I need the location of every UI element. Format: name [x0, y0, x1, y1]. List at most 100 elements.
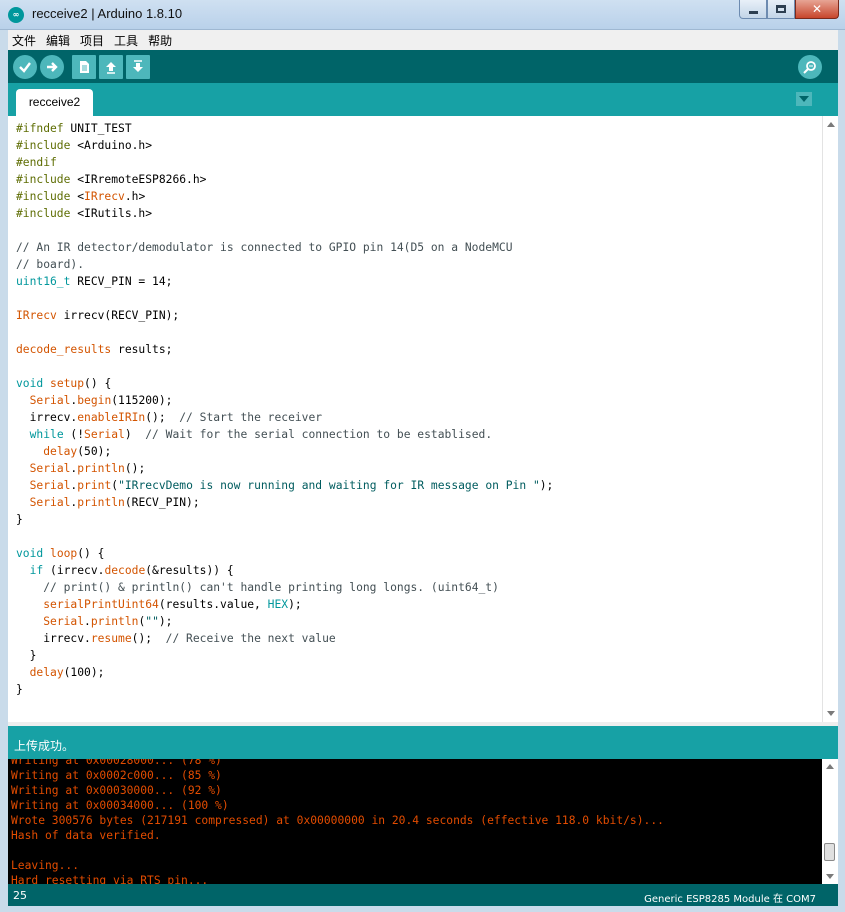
code-line[interactable]: // print() & println() can't handle prin…: [16, 579, 553, 596]
code-line[interactable]: [16, 290, 553, 307]
code-token: delay: [43, 445, 78, 458]
code-token: (115200);: [111, 394, 173, 407]
save-sketch-button[interactable]: [126, 55, 150, 79]
code-line[interactable]: irrecv.resume(); // Receive the next val…: [16, 630, 553, 647]
code-token: );: [539, 479, 554, 492]
minimize-icon: [748, 10, 758, 14]
code-line[interactable]: // An IR detector/demodulator is connect…: [16, 239, 553, 256]
code-token: #ifndef: [16, 122, 64, 135]
minimize-button[interactable]: [739, 0, 767, 19]
code-token: void: [16, 547, 44, 560]
menu-edit[interactable]: 编辑: [46, 32, 70, 49]
code-line[interactable]: #include <IRrecv.h>: [16, 188, 553, 205]
code-line[interactable]: Serial.println(RECV_PIN);: [16, 494, 553, 511]
scroll-up-icon[interactable]: [827, 122, 835, 127]
code-line[interactable]: }: [16, 647, 553, 664]
code-line[interactable]: }: [16, 511, 553, 528]
code-line[interactable]: Serial.print("IRrecvDemo is now running …: [16, 477, 554, 494]
code-line[interactable]: // board).: [16, 256, 553, 273]
code-line[interactable]: [16, 222, 553, 239]
code-token: irrecv.: [16, 411, 78, 424]
upload-button[interactable]: [40, 55, 64, 79]
scroll-down-icon[interactable]: [827, 711, 835, 716]
code-token: RECV_PIN = 14;: [70, 275, 173, 288]
verify-button[interactable]: [13, 55, 37, 79]
code-line[interactable]: #include <IRremoteESP8266.h>: [16, 171, 553, 188]
tab-menu-button[interactable]: [796, 92, 812, 106]
code-line[interactable]: void setup() {: [16, 375, 553, 392]
code-token: <: [70, 190, 85, 203]
code-token: (irrecv.: [43, 564, 105, 577]
code-line[interactable]: serialPrintUint64(results.value, HEX);: [16, 596, 553, 613]
board-port-label: Generic ESP8285 Module 在 COM7: [644, 894, 816, 905]
code-line[interactable]: Serial.println();: [16, 460, 553, 477]
code-line[interactable]: #include <IRutils.h>: [16, 205, 553, 222]
menu-help[interactable]: 帮助: [148, 32, 172, 49]
code-token: ();: [131, 632, 166, 645]
title-bar: ∞ recceive2 | Arduino 1.8.10 ✕: [0, 0, 845, 30]
code-line[interactable]: [16, 358, 553, 375]
console-line: Hash of data verified.: [11, 829, 161, 842]
code-editor[interactable]: #ifndef UNIT_TEST #include <Arduino.h> #en…: [8, 116, 838, 722]
tab-bar: recceive2: [8, 83, 838, 116]
code-line[interactable]: irrecv.enableIRIn(); // Start the receiv…: [16, 409, 553, 426]
code-line[interactable]: #ifndef UNIT_TEST: [16, 120, 553, 137]
code-token: ();: [145, 411, 180, 424]
menu-sketch[interactable]: 项目: [80, 32, 104, 49]
open-sketch-button[interactable]: [99, 55, 123, 79]
code-token: <Arduino.h>: [70, 139, 153, 152]
tab-recceive2[interactable]: recceive2: [16, 89, 93, 116]
code-token: }: [16, 683, 23, 696]
menu-tools[interactable]: 工具: [114, 32, 138, 49]
code-token: setup: [50, 377, 85, 390]
code-line[interactable]: delay(100);: [16, 664, 553, 681]
code-token: Serial: [29, 462, 71, 475]
new-sketch-button[interactable]: [72, 55, 96, 79]
code-line[interactable]: #endif: [16, 154, 553, 171]
code-line[interactable]: if (irrecv.decode(&results)) {: [16, 562, 553, 579]
scroll-up-icon[interactable]: [826, 764, 834, 769]
code-line[interactable]: Serial.println("");: [16, 613, 553, 630]
code-line[interactable]: uint16_t RECV_PIN = 14;: [16, 273, 553, 290]
code-token: HEX: [267, 598, 289, 611]
scroll-thumb[interactable]: [824, 843, 835, 861]
code-line[interactable]: decode_results results;: [16, 341, 553, 358]
code-line[interactable]: void loop() {: [16, 545, 553, 562]
maximize-button[interactable]: [767, 0, 795, 19]
code-line[interactable]: Serial.begin(115200);: [16, 392, 553, 409]
code-token: ): [124, 428, 146, 441]
console-line: Hard resetting via RTS pin...: [11, 874, 209, 884]
code-token: UNIT_TEST: [63, 122, 132, 135]
menu-file[interactable]: 文件: [12, 32, 36, 49]
serial-monitor-button[interactable]: [798, 55, 822, 79]
window-title: recceive2 | Arduino 1.8.10: [32, 6, 183, 21]
scroll-down-icon[interactable]: [826, 874, 834, 879]
code-token: "IRrecvDemo is now running and waiting f…: [118, 479, 540, 492]
code-token: Serial: [43, 615, 85, 628]
new-file-icon: [80, 61, 89, 73]
code-line[interactable]: [16, 528, 553, 545]
code-token: serialPrintUint64: [43, 598, 159, 611]
code-token: while: [29, 428, 64, 441]
console-text: Writing at 0x00028000... (78 %) Writing a…: [11, 759, 664, 884]
code-line[interactable]: #include <Arduino.h>: [16, 137, 553, 154]
code-line[interactable]: while (!Serial) // Wait for the serial c…: [16, 426, 553, 443]
code-token: println: [90, 615, 139, 628]
console-scrollbar[interactable]: [822, 759, 838, 884]
code-line[interactable]: IRrecv irrecv(RECV_PIN);: [16, 307, 553, 324]
editor-scrollbar[interactable]: [822, 116, 838, 722]
console-line: Writing at 0x00034000... (100 %): [11, 799, 229, 812]
code-line[interactable]: delay(50);: [16, 443, 553, 460]
code-line[interactable]: }: [16, 681, 553, 698]
code-text[interactable]: #ifndef UNIT_TEST #include <Arduino.h> #en…: [16, 120, 553, 698]
console-output[interactable]: Writing at 0x00028000... (78 %) Writing a…: [8, 759, 838, 884]
code-token: // print() & println() can't handle prin…: [43, 581, 499, 594]
code-line[interactable]: [16, 324, 553, 341]
code-token: (results.value,: [158, 598, 268, 611]
close-button[interactable]: ✕: [795, 0, 839, 19]
code-token: .h>: [124, 190, 146, 203]
